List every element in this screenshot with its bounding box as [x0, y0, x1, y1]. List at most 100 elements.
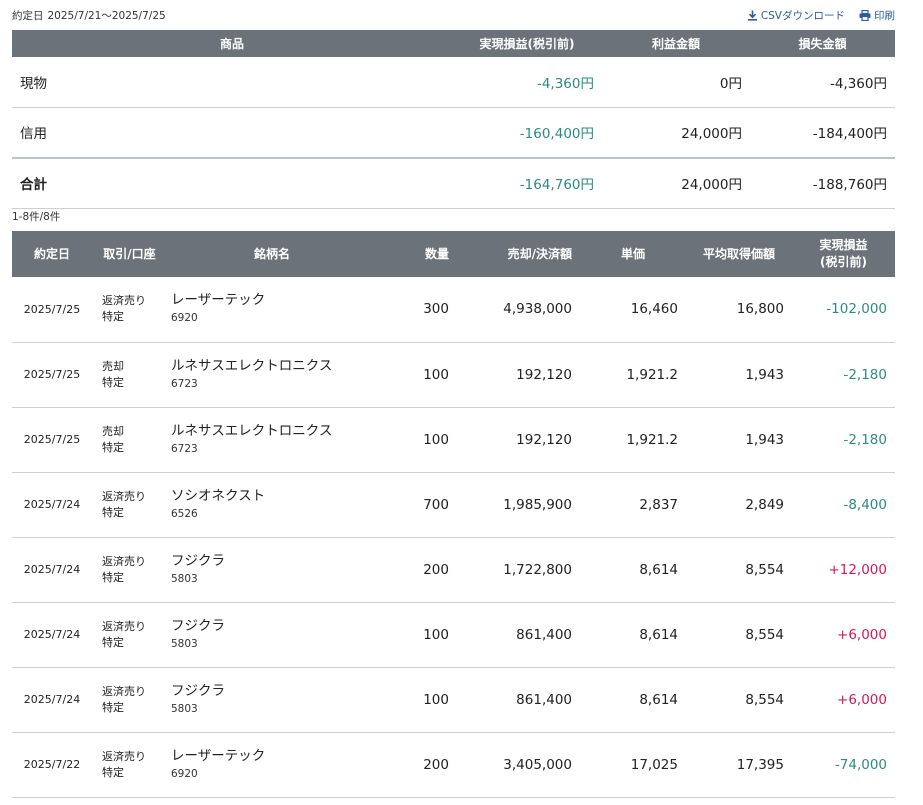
- row-trade-account: 売却 特定: [92, 407, 167, 473]
- row-date: 2025/7/25: [12, 342, 92, 408]
- row-settlement-amount: 1,985,900: [457, 472, 580, 538]
- summary-profit: 0円: [602, 57, 750, 108]
- row-unit-price: 2,837: [580, 472, 686, 538]
- row-realized-pl: -102,000: [792, 277, 895, 343]
- row-average-cost: 1,943: [686, 407, 792, 473]
- summary-total-loss: -188,760円: [750, 157, 895, 209]
- table-row: 2025/7/24 返済売り 特定 フジクラ 5803 200 1,722,800 8,614…: [12, 537, 895, 603]
- row-stock-name: レーザーテック: [171, 747, 266, 764]
- printer-icon: [859, 9, 871, 21]
- row-unit-price: 8,614: [580, 602, 686, 668]
- row-trade-account: 返済売り 特定: [92, 667, 167, 733]
- row-realized-pl: -74,000: [792, 732, 895, 798]
- summary-table: 商品 実現損益(税引前) 利益金額 損失金額 現物 -4,360円 0円 -4,…: [12, 30, 895, 209]
- row-stock-code: 6723: [171, 377, 198, 390]
- row-account-type: 特定: [102, 310, 124, 324]
- row-quantity: 700: [377, 472, 457, 538]
- row-trade-account: 返済売り 特定: [92, 472, 167, 538]
- detail-header-price: 単価: [580, 231, 686, 277]
- row-stock: フジクラ 5803: [167, 537, 377, 603]
- row-stock-code: 5803: [171, 572, 198, 585]
- row-average-cost: 8,554: [686, 602, 792, 668]
- summary-total-profit: 24,000円: [602, 157, 750, 209]
- row-trade-account: 返済売り 特定: [92, 537, 167, 603]
- row-quantity: 100: [377, 667, 457, 733]
- detail-header-pl: 実現損益 (税引前): [792, 231, 895, 277]
- row-trade-type: 返済売り: [102, 489, 146, 503]
- row-average-cost: 17,395: [686, 732, 792, 798]
- row-date: 2025/7/24: [12, 602, 92, 668]
- row-quantity: 100: [377, 602, 457, 668]
- row-stock-code: 5803: [171, 702, 198, 715]
- row-date: 2025/7/22: [12, 732, 92, 798]
- row-stock: フジクラ 5803: [167, 602, 377, 668]
- row-settlement-amount: 4,938,000: [457, 277, 580, 343]
- row-trade-type: 返済売り: [102, 749, 146, 763]
- table-row: 2025/7/25 売却 特定 ルネサスエレクトロニクス 6723 100 192,120 1…: [12, 407, 895, 473]
- row-date: 2025/7/25: [12, 277, 92, 343]
- row-date: 2025/7/24: [12, 472, 92, 538]
- detail-header-trade: 取引/口座: [92, 231, 167, 277]
- csv-download-label: CSVダウンロード: [760, 9, 845, 22]
- row-date: 2025/7/24: [12, 537, 92, 603]
- row-average-cost: 16,800: [686, 277, 792, 343]
- print-link[interactable]: 印刷: [859, 8, 895, 23]
- row-stock-code: 5803: [171, 637, 198, 650]
- row-stock-name: フジクラ: [171, 682, 225, 699]
- row-stock: ルネサスエレクトロニクス 6723: [167, 342, 377, 408]
- row-trade-type: 売却: [102, 424, 124, 438]
- download-icon: [747, 10, 758, 21]
- row-stock-name: レーザーテック: [171, 292, 266, 309]
- row-average-cost: 1,943: [686, 342, 792, 408]
- row-stock-code: 6920: [171, 767, 198, 780]
- row-average-cost: 2,849: [686, 472, 792, 538]
- row-stock-name: フジクラ: [171, 552, 225, 569]
- print-label: 印刷: [874, 9, 895, 22]
- row-stock-code: 6723: [171, 442, 198, 455]
- summary-profit: 24,000円: [602, 107, 750, 159]
- summary-header-row: 商品 実現損益(税引前) 利益金額 損失金額: [12, 30, 895, 57]
- row-trade-account: 売却 特定: [92, 342, 167, 408]
- row-trade-account: 返済売り 特定: [92, 277, 167, 343]
- row-settlement-amount: 192,120: [457, 342, 580, 408]
- row-account-type: 特定: [102, 505, 124, 519]
- row-realized-pl: -8,400: [792, 472, 895, 538]
- row-stock-name: ルネサスエレクトロニクス: [171, 422, 333, 439]
- row-trade-type: 売却: [102, 359, 124, 373]
- row-unit-price: 1,921.2: [580, 407, 686, 473]
- row-unit-price: 17,025: [580, 732, 686, 798]
- summary-header-realized: 実現損益(税引前): [452, 30, 602, 57]
- row-unit-price: 1,921.2: [580, 342, 686, 408]
- row-settlement-amount: 3,405,000: [457, 732, 580, 798]
- row-realized-pl: -2,180: [792, 342, 895, 408]
- row-unit-price: 8,614: [580, 537, 686, 603]
- row-quantity: 100: [377, 342, 457, 408]
- period-info: 約定日 2025/7/21〜2025/7/25: [12, 8, 166, 23]
- row-stock-code: 6526: [171, 507, 198, 520]
- row-date: 2025/7/24: [12, 667, 92, 733]
- table-row: 2025/7/25 売却 特定 ルネサスエレクトロニクス 6723 100 192,120 1…: [12, 342, 895, 408]
- summary-product: 現物: [12, 57, 452, 108]
- row-date: 2025/7/25: [12, 407, 92, 473]
- table-row: 2025/7/24 返済売り 特定 ソシオネクスト 6526 700 1,985,900 2,…: [12, 472, 895, 538]
- row-stock-name: フジクラ: [171, 617, 225, 634]
- summary-header-loss: 損失金額: [750, 30, 895, 57]
- row-trade-type: 返済売り: [102, 294, 146, 308]
- top-bar: 約定日 2025/7/21〜2025/7/25 CSVダウンロード 印刷: [12, 6, 895, 24]
- detail-header-row: 約定日 取引/口座 銘柄名 数量 売却/決済額 単価 平均取得価額 実現損益 (…: [12, 231, 895, 277]
- row-average-cost: 8,554: [686, 537, 792, 603]
- table-row: 2025/7/24 返済売り 特定 フジクラ 5803 100 861,400 8,614 8,…: [12, 667, 895, 733]
- detail-header-pl-line2: (税引前): [820, 255, 867, 269]
- row-settlement-amount: 861,400: [457, 602, 580, 668]
- summary-realized: -160,400円: [452, 107, 602, 159]
- row-trade-account: 返済売り 特定: [92, 602, 167, 668]
- period-value: 2025/7/21〜2025/7/25: [47, 9, 166, 22]
- row-trade-type: 返済売り: [102, 684, 146, 698]
- summary-product: 信用: [12, 107, 452, 159]
- summary-row-total: 合計 -164,760円 24,000円 -188,760円: [12, 157, 895, 209]
- table-row: 2025/7/24 返済売り 特定 フジクラ 5803 100 861,400 8,614 8,…: [12, 602, 895, 668]
- summary-loss: -184,400円: [750, 107, 895, 159]
- row-stock-name: ソシオネクスト: [171, 487, 266, 504]
- summary-row-margin: 信用 -160,400円 24,000円 -184,400円: [12, 107, 895, 159]
- csv-download-link[interactable]: CSVダウンロード: [747, 8, 845, 23]
